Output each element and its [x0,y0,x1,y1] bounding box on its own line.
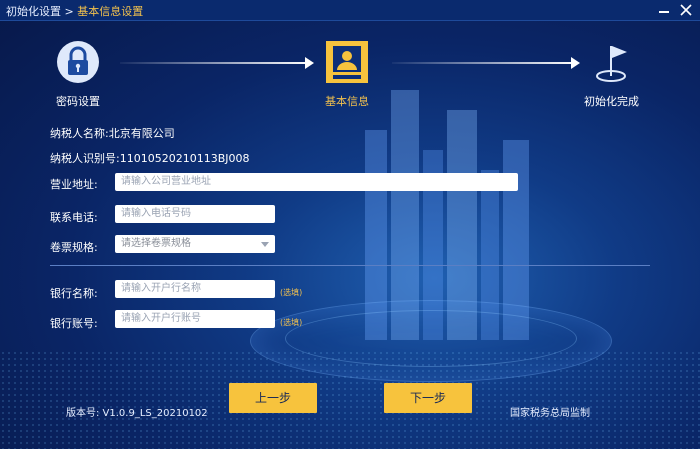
version-text: 版本号: V1.0.9_LS_20210102 [66,408,208,419]
lock-icon [56,40,100,84]
breadcrumb-root[interactable]: 初始化设置 [6,5,61,18]
background-dot-pattern [0,350,700,449]
address-label: 营业地址: [50,178,98,191]
taxpayer-id-value: 11010520210113BJ008 [119,152,250,165]
phone-input[interactable]: 请输入电话号码 [115,205,275,223]
bank-account-label: 银行账号: [50,317,98,330]
bank-name-input[interactable]: 请输入开户行名称 [115,280,275,298]
step-label-password: 密码设置 [56,95,100,108]
taxpayer-name: 纳税人名称:北京有限公司 [50,125,175,141]
taxpayer-name-value: 北京有限公司 [108,127,175,140]
breadcrumb-current: 基本信息设置 [77,5,144,18]
address-input[interactable]: 请输入公司营业地址 [115,173,518,191]
title-bar: 初始化设置 > 基本信息设置 [0,0,700,21]
bank-account-optional-hint: (选填) [280,318,303,327]
taxpayer-id: 纳税人识别号:11010520210113BJ008 [50,150,249,166]
id-card-icon [325,40,369,84]
bank-name-optional-hint: (选填) [280,288,303,297]
divider [50,265,650,266]
prev-step-button[interactable]: 上一步 [229,383,317,413]
bank-account-input[interactable]: 请输入开户行账号 [115,310,275,328]
breadcrumb-separator: > [64,5,74,18]
authority-text: 国家税务总局监制 [510,408,590,419]
flag-icon [591,40,635,84]
step-arrow-1 [120,57,314,69]
phone-label: 联系电话: [50,211,98,224]
chevron-down-icon [261,242,269,247]
step-label-complete: 初始化完成 [584,95,639,108]
next-step-button[interactable]: 下一步 [384,383,472,413]
spec-select-placeholder: 请选择卷票规格 [121,238,191,249]
step-label-basic-info: 基本信息 [325,95,369,108]
spec-label: 卷票规格: [50,241,98,254]
close-button[interactable] [678,2,694,18]
breadcrumb: 初始化设置 > 基本信息设置 [6,3,143,19]
bank-name-label: 银行名称: [50,287,98,300]
minimize-button[interactable] [656,2,672,18]
taxpayer-id-label: 纳税人识别号: [50,152,120,165]
minimize-icon [659,11,669,13]
step-arrow-2 [392,57,580,69]
spec-select[interactable]: 请选择卷票规格 [115,235,275,253]
close-icon [680,4,692,16]
taxpayer-name-label: 纳税人名称: [50,127,109,140]
step-indicator: 密码设置 基本信息 初始化完成 [0,35,700,115]
